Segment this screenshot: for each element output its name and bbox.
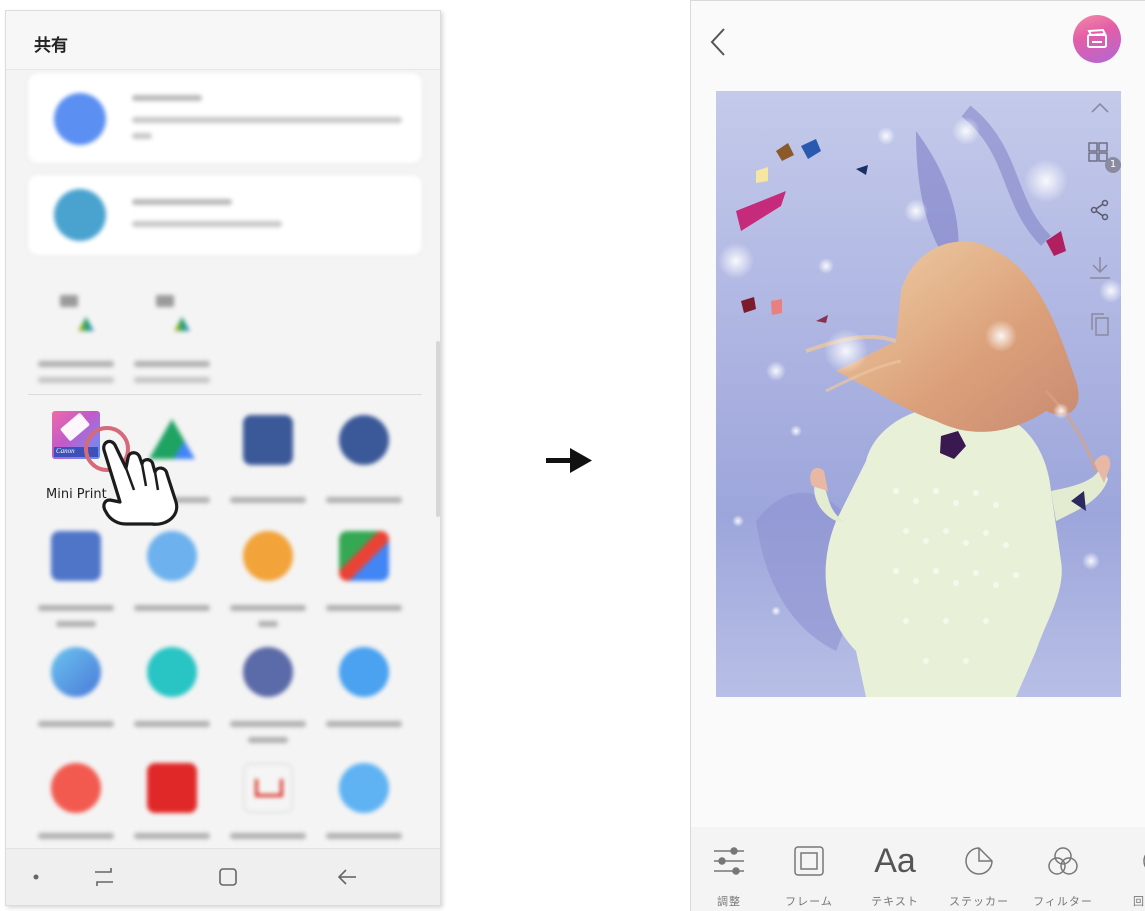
- frame-icon: [771, 841, 847, 881]
- tool-adjust[interactable]: 調整: [691, 827, 767, 911]
- scrollbar[interactable]: [436, 341, 440, 517]
- share-icon[interactable]: [1087, 197, 1113, 223]
- app-smart-view[interactable]: [124, 647, 220, 763]
- share-sheet-title: 共有: [34, 36, 68, 56]
- editor-toolbar: 調整 フレーム Aa テキスト ステッカー フィルター 回: [691, 827, 1145, 911]
- rotate-icon: [1101, 841, 1145, 881]
- tool-rotate-label: 回: [1133, 895, 1145, 908]
- sliders-icon: [691, 841, 767, 881]
- home-icon[interactable]: [212, 861, 244, 893]
- transition-arrow-icon: [546, 448, 592, 473]
- tool-rotate[interactable]: 回: [1101, 827, 1145, 911]
- device-share-icon: [54, 189, 106, 241]
- canon-badge: Canon: [56, 447, 75, 455]
- tile-count-badge: 1: [1105, 157, 1121, 173]
- tool-frame[interactable]: フレーム: [771, 827, 847, 911]
- app-always-on-display[interactable]: [220, 647, 316, 763]
- tool-adjust-label: 調整: [717, 895, 741, 908]
- app-profile-picture[interactable]: [28, 531, 124, 647]
- link-share-icon: [54, 93, 106, 145]
- direct-share-drive-1[interactable]: [28, 289, 124, 405]
- back-nav-icon[interactable]: [332, 861, 364, 893]
- app-bluetooth[interactable]: [316, 647, 412, 763]
- share-sheet-header: 共有: [6, 11, 440, 70]
- text-glyph: Aa: [874, 841, 916, 880]
- share-option-card-2[interactable]: [28, 175, 422, 255]
- editor-screen: 1 調整 フレーム Aa テキスト ステッカー フィルター 回: [690, 0, 1145, 911]
- text-icon: Aa: [857, 841, 933, 881]
- edited-photo[interactable]: [716, 91, 1121, 697]
- share-option-card-1[interactable]: [28, 73, 422, 163]
- app-android-beam[interactable]: [124, 531, 220, 647]
- recent-apps-icon[interactable]: [88, 861, 120, 893]
- tool-text[interactable]: Aa テキスト: [857, 827, 933, 911]
- tool-text-label: テキスト: [871, 895, 919, 908]
- app-logo-icon[interactable]: [1073, 15, 1121, 63]
- share-sheet-screen: 共有 Canon Mini Print: [5, 10, 441, 906]
- tool-filter-label: フィルター: [1033, 895, 1093, 908]
- app-messages[interactable]: [28, 647, 124, 763]
- section-divider: [28, 394, 422, 395]
- tool-filter[interactable]: フィルター: [1025, 827, 1101, 911]
- download-icon[interactable]: [1087, 255, 1113, 281]
- app-maps[interactable]: [316, 531, 412, 647]
- app-facebook[interactable]: [316, 415, 412, 531]
- tool-frame-label: フレーム: [785, 895, 833, 908]
- copy-icon[interactable]: [1087, 311, 1113, 337]
- chevron-up-icon[interactable]: [1087, 95, 1113, 121]
- back-chevron-icon[interactable]: [705, 25, 733, 59]
- tool-sticker-label: ステッカー: [949, 895, 1009, 908]
- android-nav-bar: [6, 848, 440, 905]
- direct-share-drive-2[interactable]: [124, 289, 220, 405]
- sticker-icon: [941, 841, 1017, 881]
- filter-icon: [1025, 841, 1101, 881]
- nav-dot-icon[interactable]: [20, 861, 52, 893]
- app-message[interactable]: [220, 531, 316, 647]
- tool-sticker[interactable]: ステッカー: [941, 827, 1017, 911]
- app-facebook-pages[interactable]: [220, 415, 316, 531]
- tap-hand-icon: [84, 426, 179, 526]
